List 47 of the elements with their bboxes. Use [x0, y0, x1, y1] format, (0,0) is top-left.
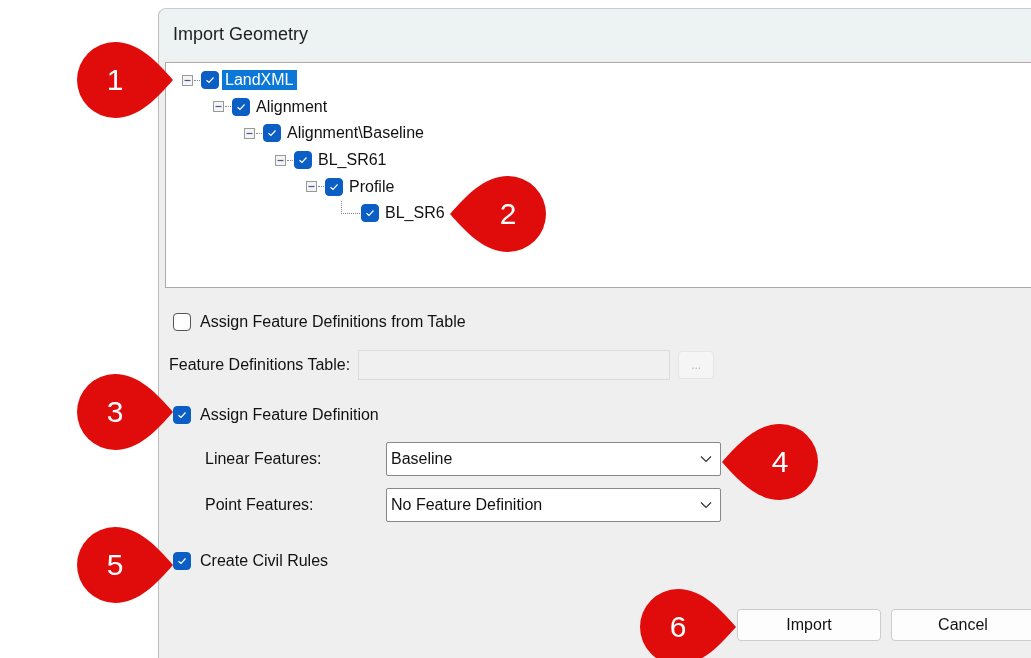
tree-item[interactable]: Alignment [253, 96, 331, 117]
checkbox-label: Create Civil Rules [200, 552, 329, 570]
checkbox[interactable] [173, 552, 191, 570]
checkbox-label: Assign Feature Definitions from Table [200, 313, 466, 331]
window-title: Import Geometry [173, 23, 309, 45]
collapse-icon[interactable] [275, 154, 286, 166]
check-icon [267, 128, 277, 139]
tree-checkbox[interactable] [325, 177, 343, 196]
dialog-button[interactable]: Cancel [891, 609, 1031, 641]
chevron-down-icon [700, 501, 712, 509]
tree-checkbox[interactable] [201, 71, 219, 90]
checkbox[interactable] [173, 406, 191, 424]
chevron-down-icon [700, 455, 712, 463]
dropdown[interactable]: Baseline [386, 442, 721, 476]
callout-marker: 3 [75, 372, 175, 452]
tree-checkbox[interactable] [263, 124, 281, 143]
tree-item[interactable]: Profile [346, 176, 398, 197]
check-icon [298, 155, 308, 166]
dropdown[interactable]: No Feature Definition [386, 488, 721, 522]
collapse-icon[interactable] [182, 74, 193, 86]
checkbox[interactable] [173, 313, 191, 331]
dropdown-label: Point Features: [205, 496, 315, 514]
check-icon [236, 101, 246, 112]
check-icon [177, 556, 187, 566]
dropdown-label: Linear Features: [205, 450, 323, 468]
collapse-icon[interactable] [213, 101, 224, 113]
callout-marker: 2 [448, 174, 548, 254]
callout-marker: 1 [75, 40, 175, 120]
tree-item[interactable]: BL_SR61 [315, 150, 390, 171]
tree-item[interactable]: BL_SR6 [382, 203, 448, 224]
field-label: Feature Definitions Table: [169, 356, 351, 374]
collapse-icon[interactable] [306, 181, 317, 193]
check-icon [329, 181, 339, 192]
tree-item[interactable]: LandXML [222, 70, 297, 91]
callout-marker: 6 [638, 587, 738, 658]
collapse-icon[interactable] [244, 128, 255, 139]
check-icon [177, 410, 187, 420]
tree-checkbox[interactable] [361, 204, 379, 223]
dialog-button[interactable]: Import [737, 609, 881, 641]
tree-item[interactable]: Alignment\Baseline [284, 123, 427, 144]
callout-marker: 4 [720, 422, 820, 502]
callout-marker: 5 [75, 525, 175, 605]
check-icon [365, 208, 375, 219]
tree-checkbox[interactable] [294, 151, 312, 170]
check-icon [205, 75, 215, 86]
checkbox-label: Assign Feature Definition [200, 406, 379, 424]
tree-checkbox[interactable] [232, 97, 250, 116]
